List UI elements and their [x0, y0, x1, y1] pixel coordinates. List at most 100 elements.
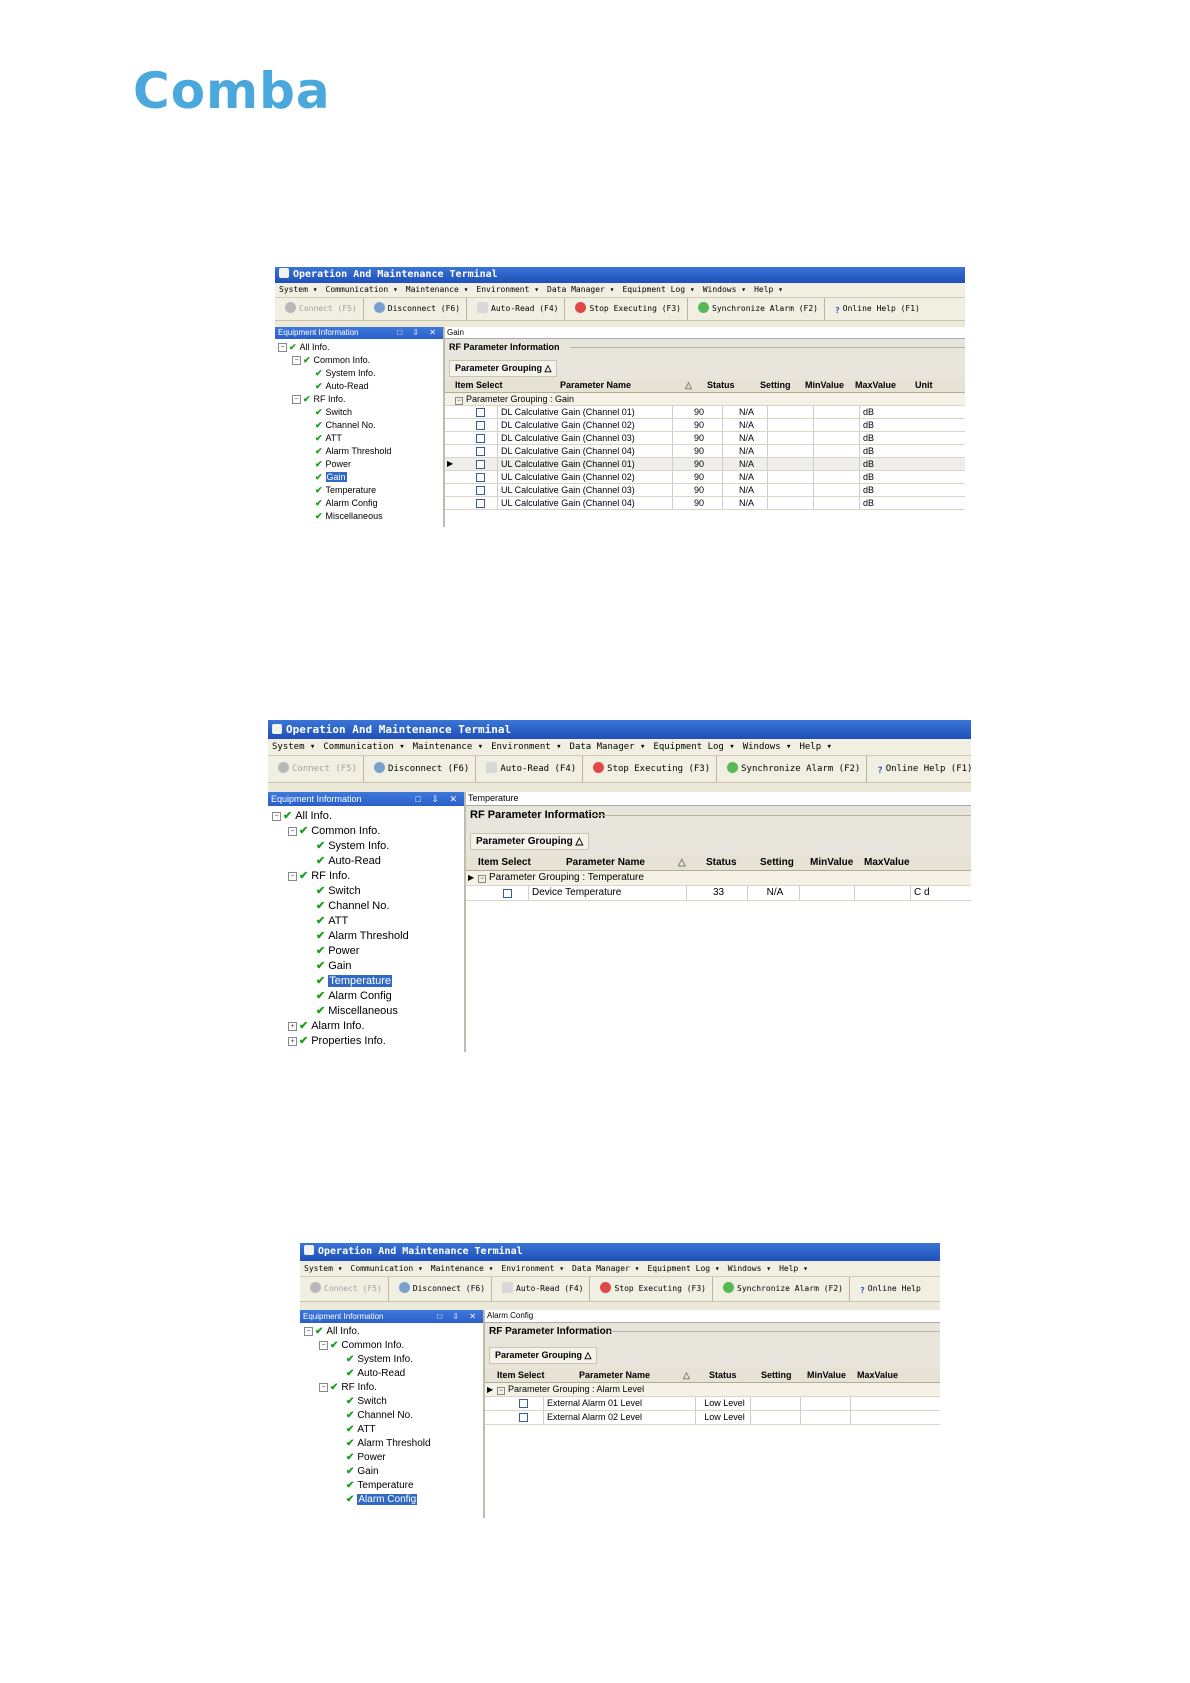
header-unit[interactable]: Unit	[915, 379, 933, 392]
item-select-checkbox[interactable]	[519, 1413, 528, 1424]
tree-alarm-config[interactable]: ✔ Alarm Config	[315, 499, 378, 508]
stop-executing-button[interactable]: Stop Executing (F3)	[569, 298, 688, 320]
stop-executing-button[interactable]: Stop Executing (F3)	[587, 756, 718, 782]
header-status[interactable]: Status	[707, 379, 735, 392]
menu-system[interactable]: System ▾	[304, 1264, 343, 1273]
menu-data-manager[interactable]: Data Manager ▾	[547, 285, 614, 294]
tree-switch[interactable]: ✔ Switch	[315, 408, 352, 417]
menu-help[interactable]: Help ▾	[754, 285, 783, 294]
table-row[interactable]: DL Calculative Gain (Channel 04) 90 N/A dB	[445, 445, 965, 458]
tree-rf-info[interactable]: − ✔ RF Info.	[288, 871, 350, 882]
header-status[interactable]: Status	[709, 1368, 737, 1382]
tree-auto-read[interactable]: ✔ Auto-Read	[316, 856, 381, 867]
tree-system-info[interactable]: ✔ System Info.	[346, 1355, 413, 1365]
item-select-checkbox[interactable]	[476, 408, 485, 419]
header-maxvalue[interactable]: MaxValue	[864, 856, 910, 870]
parameter-grouping-box[interactable]: Parameter Grouping △	[449, 360, 558, 377]
header-setting[interactable]: Setting	[760, 856, 794, 870]
tree-alarm-config[interactable]: ✔ Alarm Config	[346, 1494, 418, 1505]
tree-rf-info[interactable]: − ✔ RF Info.	[292, 395, 346, 404]
connect-button[interactable]: Connect (F5)	[304, 1277, 389, 1301]
menu-windows[interactable]: Windows ▾	[743, 742, 792, 752]
auto-read-button[interactable]: Auto-Read (F4)	[496, 1277, 591, 1301]
tree-system-info[interactable]: ✔ System Info.	[316, 841, 389, 852]
header-setting[interactable]: Setting	[760, 379, 791, 392]
tree-common-info[interactable]: − ✔ Common Info.	[288, 826, 380, 837]
tree-power[interactable]: ✔ Power	[316, 946, 359, 957]
tree-gain[interactable]: ✔ Gain	[315, 472, 347, 482]
tree-power[interactable]: ✔ Power	[315, 460, 351, 469]
pane-buttons[interactable]: □ ⇩ ✕	[437, 1310, 480, 1323]
table-row[interactable]: Device Temperature 33 N/A C d	[466, 886, 971, 901]
menu-data-manager[interactable]: Data Manager ▾	[570, 742, 646, 752]
table-row[interactable]: DL Calculative Gain (Channel 03) 90 N/A dB	[445, 432, 965, 445]
parameter-grouping-box[interactable]: Parameter Grouping △	[470, 833, 590, 850]
tree-alarm-config[interactable]: ✔ Alarm Config	[316, 991, 392, 1002]
tree-power[interactable]: ✔ Power	[346, 1453, 386, 1463]
tree-all-info[interactable]: − ✔ All Info.	[278, 343, 330, 352]
synchronize-alarm-button[interactable]: Synchronize Alarm (F2)	[721, 756, 868, 782]
header-parameter-name[interactable]: Parameter Name	[566, 856, 645, 870]
auto-read-button[interactable]: Auto-Read (F4)	[471, 298, 566, 320]
group-row[interactable]: ▶ − Parameter Grouping : Temperature	[466, 871, 971, 886]
table-row[interactable]: ▶ UL Calculative Gain (Channel 01) 90 N/A dB	[445, 458, 965, 471]
tree-att[interactable]: ✔ ATT	[316, 916, 348, 927]
table-row[interactable]: UL Calculative Gain (Channel 04) 90 N/A dB	[445, 497, 965, 510]
collapse-icon[interactable]: −	[478, 875, 486, 883]
group-row[interactable]: ▶ − Parameter Grouping : Alarm Level	[485, 1383, 940, 1397]
header-item-select[interactable]: Item Select	[497, 1368, 545, 1382]
disconnect-button[interactable]: Disconnect (F6)	[393, 1277, 493, 1301]
table-row[interactable]: DL Calculative Gain (Channel 02) 90 N/A dB	[445, 419, 965, 432]
item-select-checkbox[interactable]	[476, 460, 485, 471]
tree-switch[interactable]: ✔ Switch	[346, 1397, 387, 1407]
disconnect-button[interactable]: Disconnect (F6)	[368, 298, 468, 320]
item-select-checkbox[interactable]	[476, 447, 485, 458]
item-select-checkbox[interactable]	[476, 421, 485, 432]
header-setting[interactable]: Setting	[761, 1368, 792, 1382]
disconnect-button[interactable]: Disconnect (F6)	[368, 756, 477, 782]
table-row[interactable]: DL Calculative Gain (Channel 01) 90 N/A dB	[445, 406, 965, 419]
menu-help[interactable]: Help ▾	[779, 1264, 808, 1273]
connect-button[interactable]: Connect (F5)	[272, 756, 365, 782]
tree-properties-info[interactable]: + ✔ Properties Info.	[288, 1036, 386, 1047]
tree-rf-info[interactable]: − ✔ RF Info.	[319, 1383, 377, 1393]
menu-equipment-log[interactable]: Equipment Log ▾	[622, 285, 694, 294]
tree-common-info[interactable]: − ✔ Common Info.	[292, 356, 370, 365]
tree-common-info[interactable]: − ✔ Common Info.	[319, 1341, 404, 1351]
tree-att[interactable]: ✔ ATT	[346, 1425, 376, 1435]
tree-gain[interactable]: ✔ Gain	[316, 961, 351, 972]
item-select-checkbox[interactable]	[519, 1399, 528, 1410]
header-maxvalue[interactable]: MaxValue	[855, 379, 896, 392]
menu-environment[interactable]: Environment ▾	[501, 1264, 564, 1273]
menu-data-manager[interactable]: Data Manager ▾	[572, 1264, 639, 1273]
online-help-button[interactable]: ? Online Help (F1)	[829, 298, 926, 320]
menu-equipment-log[interactable]: Equipment Log ▾	[647, 1264, 719, 1273]
header-item-select[interactable]: Item Select	[455, 379, 503, 392]
tree-alarm-threshold[interactable]: ✔ Alarm Threshold	[316, 931, 409, 942]
tree-auto-read[interactable]: ✔ Auto-Read	[346, 1369, 405, 1379]
tree-att[interactable]: ✔ ATT	[315, 434, 342, 443]
item-select-checkbox[interactable]	[476, 434, 485, 445]
synchronize-alarm-button[interactable]: Synchronize Alarm (F2)	[717, 1277, 850, 1301]
auto-read-button[interactable]: Auto-Read (F4)	[480, 756, 584, 782]
menu-maintenance[interactable]: Maintenance ▾	[431, 1264, 494, 1273]
menu-windows[interactable]: Windows ▾	[728, 1264, 771, 1273]
menu-maintenance[interactable]: Maintenance ▾	[406, 285, 469, 294]
stop-executing-button[interactable]: Stop Executing (F3)	[594, 1277, 713, 1301]
item-select-checkbox[interactable]	[503, 889, 512, 901]
tree-alarm-info[interactable]: + ✔ Alarm Info.	[288, 1021, 364, 1032]
header-minvalue[interactable]: MinValue	[810, 856, 853, 870]
pane-buttons[interactable]: □ ⇩ ✕	[415, 792, 461, 806]
tree-miscellaneous[interactable]: ✔ Miscellaneous	[316, 1006, 398, 1017]
item-select-checkbox[interactable]	[476, 473, 485, 484]
menu-environment[interactable]: Environment ▾	[476, 285, 539, 294]
tree-miscellaneous[interactable]: ✔ Miscellaneous	[315, 512, 383, 521]
group-row[interactable]: − Parameter Grouping : Gain	[445, 393, 965, 406]
header-parameter-name[interactable]: Parameter Name	[579, 1368, 650, 1382]
item-select-checkbox[interactable]	[476, 499, 485, 510]
header-item-select[interactable]: Item Select	[478, 856, 531, 870]
parameter-grouping-box[interactable]: Parameter Grouping △	[489, 1347, 598, 1364]
synchronize-alarm-button[interactable]: Synchronize Alarm (F2)	[692, 298, 825, 320]
menu-system[interactable]: System ▾	[279, 285, 318, 294]
table-row[interactable]: External Alarm 02 Level Low Level	[485, 1411, 940, 1425]
